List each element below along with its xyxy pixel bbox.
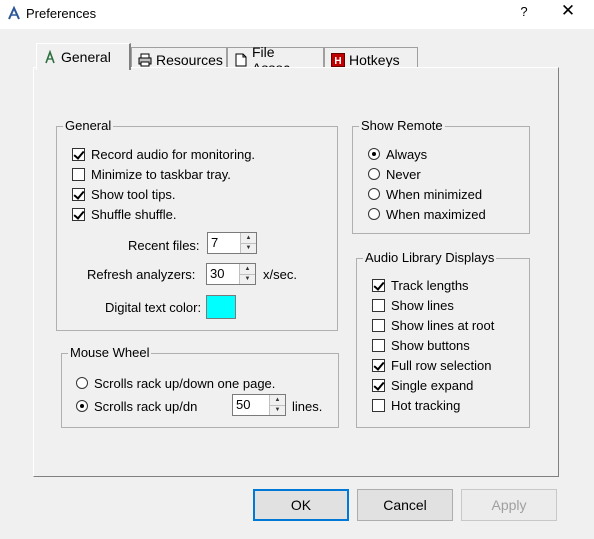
show-tooltips-label: Show tool tips. <box>91 186 176 202</box>
spin-up-icon[interactable]: ▲ <box>240 264 255 275</box>
help-button[interactable]: ? <box>514 4 534 19</box>
tab-resources-label: Resources <box>156 51 223 68</box>
show-buttons-label: Show buttons <box>391 337 470 353</box>
remote-always-label: Always <box>386 146 428 162</box>
hot-tracking-checkbox[interactable]: Hot tracking <box>372 397 460 413</box>
remote-maximized-label: When maximized <box>386 206 486 222</box>
scroll-page-label: Scrolls rack up/down one page. <box>94 375 276 391</box>
refresh-spin-arrows[interactable]: ▲ ▼ <box>239 264 255 284</box>
full-row-selection-label: Full row selection <box>391 357 492 373</box>
scroll-lines-spin-arrows[interactable]: ▲ ▼ <box>269 395 285 415</box>
recent-files-spinner[interactable]: 7 ▲ ▼ <box>207 232 257 254</box>
hotkey-h-icon: H <box>331 52 345 67</box>
remote-minimized-radio-button[interactable] <box>368 188 380 200</box>
spin-down-icon[interactable]: ▼ <box>270 405 285 415</box>
track-lengths-label: Track lengths <box>391 277 469 293</box>
remote-maximized-radio[interactable]: When maximized <box>368 206 486 222</box>
show-lines-label: Show lines <box>391 297 454 313</box>
tuning-fork-icon <box>43 49 57 64</box>
svg-text:H: H <box>334 56 341 67</box>
shuffle-label: Shuffle shuffle. <box>91 206 177 222</box>
single-expand-checkbox[interactable]: Single expand <box>372 377 473 393</box>
scroll-lines-radio[interactable]: Scrolls rack up/dn <box>76 398 197 414</box>
refresh-analyzers-label: Refresh analyzers: <box>87 267 196 282</box>
spin-up-icon[interactable]: ▲ <box>241 233 256 244</box>
recent-files-value[interactable]: 7 <box>208 233 240 253</box>
show-buttons-checkbox[interactable]: Show buttons <box>372 337 470 353</box>
show-tooltips-check-box[interactable] <box>72 187 85 201</box>
scroll-lines-radio-button[interactable] <box>76 400 88 412</box>
scroll-lines-spinner[interactable]: 50 ▲ ▼ <box>232 394 286 416</box>
tab-general[interactable]: General <box>36 43 131 70</box>
show-lines-checkbox[interactable]: Show lines <box>372 297 454 313</box>
remote-minimized-radio[interactable]: When minimized <box>368 186 482 202</box>
single-expand-label: Single expand <box>391 377 474 393</box>
printer-icon <box>138 53 152 67</box>
app-tuning-fork-icon <box>6 5 22 21</box>
scroll-page-radio[interactable]: Scrolls rack up/down one page. <box>76 375 275 391</box>
remote-maximized-radio-button[interactable] <box>368 208 380 220</box>
show-lines-check-box[interactable] <box>372 298 385 312</box>
recent-files-spin-arrows[interactable]: ▲ ▼ <box>240 233 256 253</box>
refresh-unit-label: x/sec. <box>263 267 297 282</box>
record-audio-checkbox[interactable]: Record audio for monitoring. <box>72 146 255 162</box>
tab-general-label: General <box>61 49 111 65</box>
hot-tracking-check-box[interactable] <box>372 398 385 412</box>
remote-never-radio-button[interactable] <box>368 168 380 180</box>
scroll-page-radio-button[interactable] <box>76 377 88 389</box>
digital-color-swatch[interactable] <box>206 295 236 319</box>
refresh-analyzers-spinner[interactable]: 30 ▲ ▼ <box>206 263 256 285</box>
title-bar[interactable]: Preferences ? ✕ <box>0 0 594 29</box>
apply-button[interactable]: Apply <box>461 489 557 521</box>
scroll-lines-label: Scrolls rack up/dn <box>94 398 198 414</box>
remote-never-radio[interactable]: Never <box>368 166 421 182</box>
shuffle-check-box[interactable] <box>72 207 85 221</box>
full-row-selection-check-box[interactable] <box>372 358 385 372</box>
full-row-selection-checkbox[interactable]: Full row selection <box>372 357 491 373</box>
ok-button[interactable]: OK <box>253 489 349 521</box>
track-lengths-checkbox[interactable]: Track lengths <box>372 277 469 293</box>
digital-color-label: Digital text color: <box>105 300 202 315</box>
remote-minimized-label: When minimized <box>386 186 483 202</box>
general-group-legend: General <box>63 118 114 133</box>
remote-always-radio[interactable]: Always <box>368 146 427 162</box>
remote-never-label: Never <box>386 166 421 182</box>
tab-hotkeys-label: Hotkeys <box>349 51 400 68</box>
minimize-tray-checkbox[interactable]: Minimize to taskbar tray. <box>72 166 231 182</box>
shuffle-checkbox[interactable]: Shuffle shuffle. <box>72 206 177 222</box>
document-icon <box>234 53 248 67</box>
recent-files-label: Recent files: <box>128 238 200 253</box>
show-lines-root-label: Show lines at root <box>391 317 495 333</box>
scroll-lines-value[interactable]: 50 <box>233 395 269 415</box>
show-buttons-check-box[interactable] <box>372 338 385 352</box>
mouse-wheel-legend: Mouse Wheel <box>68 345 152 360</box>
hot-tracking-label: Hot tracking <box>391 397 461 413</box>
spin-down-icon[interactable]: ▼ <box>241 243 256 253</box>
minimize-tray-label: Minimize to taskbar tray. <box>91 166 231 182</box>
refresh-analyzers-value[interactable]: 30 <box>207 264 239 284</box>
record-audio-check-box[interactable] <box>72 147 85 161</box>
spin-up-icon[interactable]: ▲ <box>270 395 285 406</box>
spin-down-icon[interactable]: ▼ <box>240 274 255 284</box>
show-tooltips-checkbox[interactable]: Show tool tips. <box>72 186 176 202</box>
show-lines-root-checkbox[interactable]: Show lines at root <box>372 317 494 333</box>
track-lengths-check-box[interactable] <box>372 278 385 292</box>
window-title: Preferences <box>26 6 97 21</box>
show-remote-legend: Show Remote <box>359 118 445 133</box>
remote-always-radio-button[interactable] <box>368 148 380 160</box>
close-button[interactable]: ✕ <box>556 1 580 21</box>
lines-unit-label: lines. <box>292 399 323 414</box>
cancel-button[interactable]: Cancel <box>357 489 453 521</box>
record-audio-label: Record audio for monitoring. <box>91 146 256 162</box>
audio-library-legend: Audio Library Displays <box>363 250 497 265</box>
show-lines-root-check-box[interactable] <box>372 318 385 332</box>
minimize-tray-check-box[interactable] <box>72 167 85 181</box>
single-expand-check-box[interactable] <box>372 378 385 392</box>
